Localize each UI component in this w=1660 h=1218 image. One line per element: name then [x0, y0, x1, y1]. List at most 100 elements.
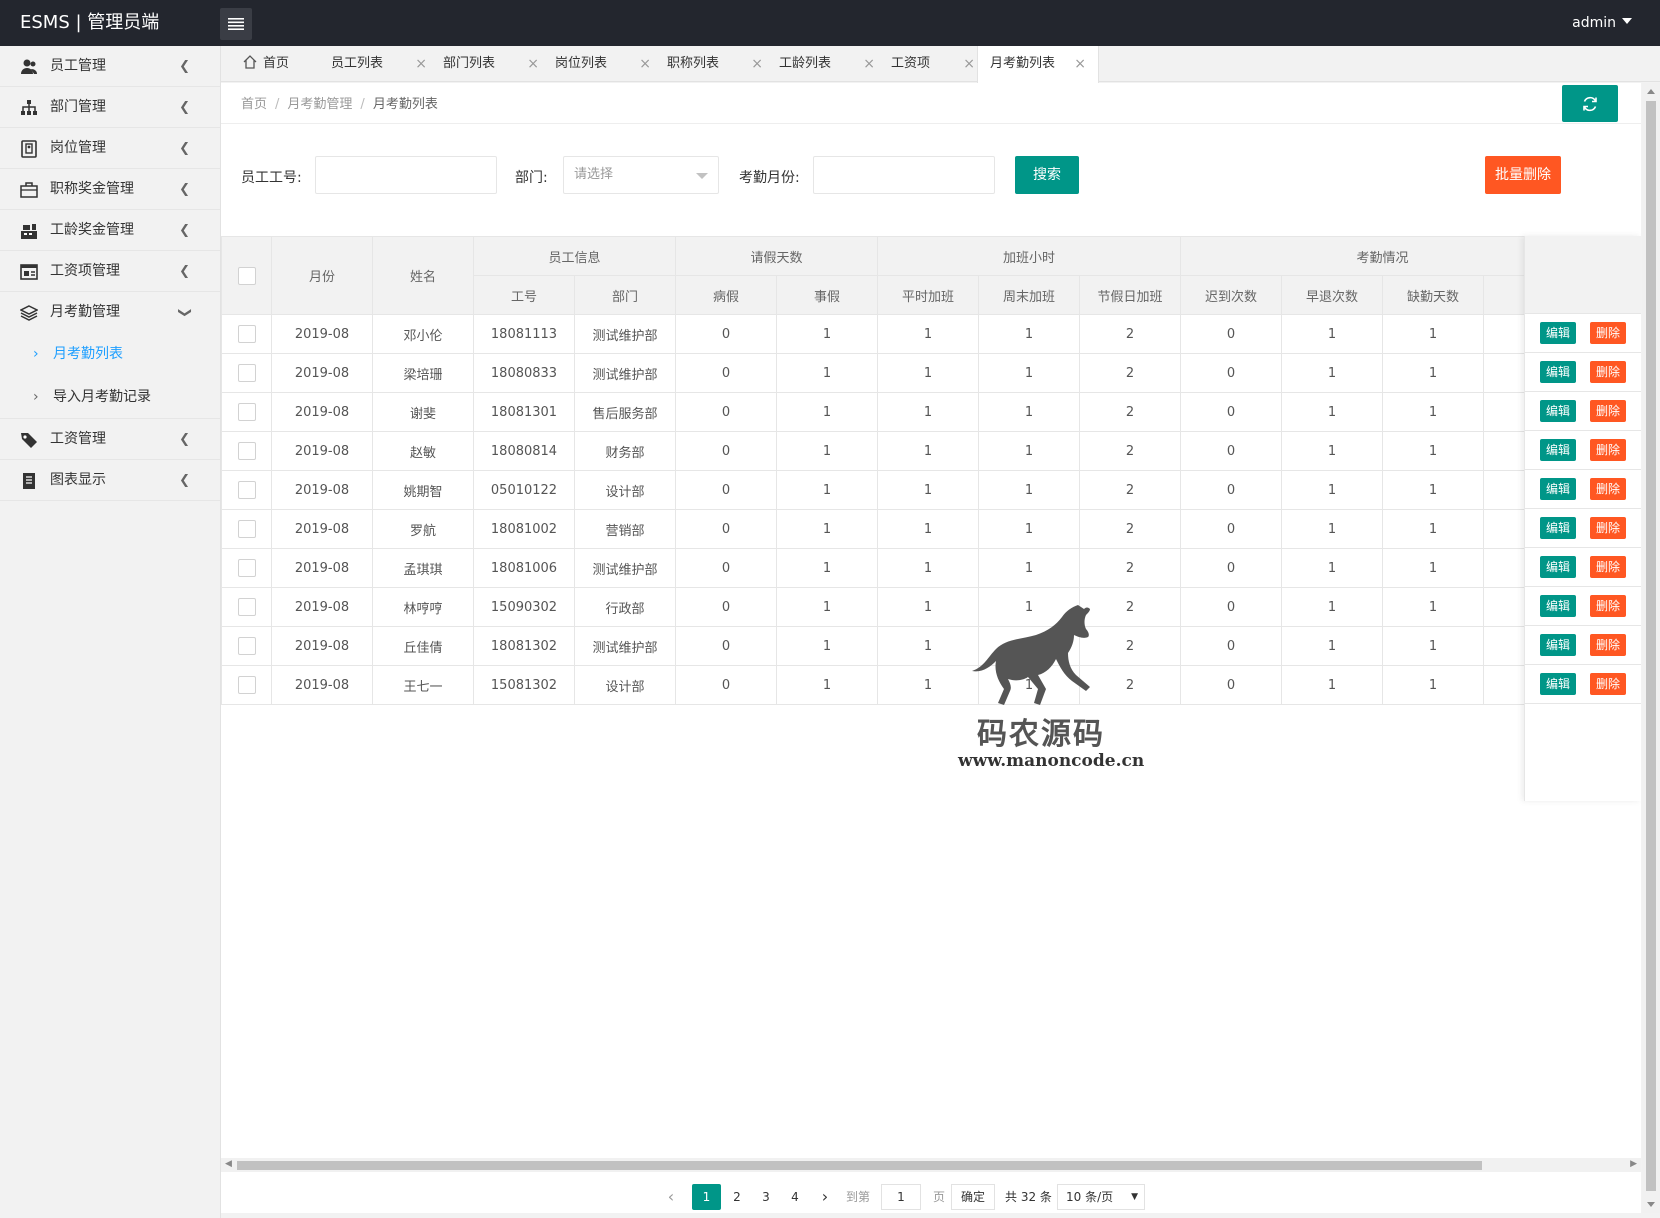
delete-button[interactable]: 删除: [1590, 673, 1627, 695]
tab-department-list[interactable]: 部门列表 ×: [443, 46, 543, 82]
row-checkbox[interactable]: [237, 637, 256, 655]
edit-button[interactable]: 编辑: [1539, 322, 1576, 344]
sidebar-subitem-attendance-list[interactable]: › 月考勤列表: [0, 333, 220, 376]
row-checkbox[interactable]: [237, 676, 256, 694]
tab-salary-items[interactable]: 工资项 ×: [891, 46, 979, 82]
breadcrumb-home[interactable]: 首页: [241, 97, 267, 112]
delete-button[interactable]: 删除: [1590, 439, 1627, 461]
page-size-select[interactable]: 10 条/页 ▼: [1057, 1184, 1145, 1210]
chevron-left-icon: ❮: [179, 141, 190, 156]
horizontal-scroll-thumb[interactable]: [237, 1161, 1482, 1170]
breadcrumb-attendance-mgmt[interactable]: 月考勤管理: [287, 97, 352, 112]
edit-button[interactable]: 编辑: [1539, 400, 1576, 422]
delete-button[interactable]: 删除: [1590, 517, 1627, 539]
delete-button[interactable]: 删除: [1590, 556, 1627, 578]
delete-button[interactable]: 删除: [1590, 400, 1627, 422]
sidebar-item-title-bonus[interactable]: 职称奖金管理 ❮: [0, 169, 220, 210]
emp-no-label: 员工工号:: [241, 170, 302, 186]
edit-button[interactable]: 编辑: [1539, 478, 1576, 500]
row-checkbox[interactable]: [237, 364, 256, 382]
chevron-left-icon: ❮: [179, 182, 190, 197]
edit-button[interactable]: 编辑: [1539, 556, 1576, 578]
goto-confirm-button[interactable]: 确定: [951, 1184, 995, 1210]
vertical-scrollbar[interactable]: [1642, 83, 1660, 1213]
dept-select[interactable]: 请选择: [563, 156, 719, 194]
page-button-3[interactable]: 3: [755, 1184, 777, 1210]
tab-title-list[interactable]: 职称列表 ×: [667, 46, 767, 82]
tab-position-list[interactable]: 岗位列表 ×: [555, 46, 655, 82]
table-row: 2019-08 丘佳倩 18081302 测试维护部 0 1 1 1 2 0 1 1: [221, 626, 1585, 666]
row-checkbox[interactable]: [237, 403, 256, 421]
delete-button[interactable]: 删除: [1590, 478, 1627, 500]
vertical-scroll-thumb[interactable]: [1646, 101, 1656, 1191]
user-menu[interactable]: admin: [1572, 0, 1632, 46]
search-button[interactable]: 搜索: [1015, 156, 1079, 194]
close-icon[interactable]: ×: [527, 46, 539, 82]
emp-no-input[interactable]: [315, 156, 497, 194]
close-icon[interactable]: ×: [863, 46, 875, 82]
scroll-left-icon[interactable]: ◀: [225, 1159, 232, 1169]
tab-home[interactable]: 首页: [243, 46, 313, 82]
cell-early: 1: [1281, 626, 1383, 666]
scroll-down-icon[interactable]: [1647, 1202, 1655, 1207]
tab-seniority-list[interactable]: 工龄列表 ×: [779, 46, 879, 82]
cell-early: 1: [1281, 353, 1383, 393]
sidebar-item-position[interactable]: 岗位管理 ❮: [0, 128, 220, 169]
edit-button[interactable]: 编辑: [1539, 439, 1576, 461]
select-all-checkbox[interactable]: [237, 266, 256, 285]
sidebar-item-department[interactable]: 部门管理 ❮: [0, 87, 220, 128]
row-checkbox[interactable]: [237, 442, 256, 460]
month-input[interactable]: [813, 156, 995, 194]
batch-delete-button[interactable]: 批量删除: [1485, 156, 1561, 194]
edit-button[interactable]: 编辑: [1539, 595, 1576, 617]
tab-employee-list[interactable]: 员工列表 ×: [331, 46, 431, 82]
close-icon[interactable]: ×: [963, 46, 975, 82]
sidebar-item-charts[interactable]: 图表显示 ❮: [0, 460, 220, 501]
close-icon[interactable]: ×: [639, 46, 651, 82]
delete-button[interactable]: 删除: [1590, 595, 1627, 617]
cell-personal: 1: [776, 470, 878, 510]
page-unit-label: 页: [933, 1190, 946, 1204]
row-checkbox[interactable]: [237, 481, 256, 499]
menu-toggle-button[interactable]: [220, 8, 252, 40]
edit-button[interactable]: 编辑: [1539, 361, 1576, 383]
action-row: 编辑 删除: [1525, 314, 1641, 353]
sidebar-item-salary-items[interactable]: 工资项管理 ❮: [0, 251, 220, 292]
edit-button[interactable]: 编辑: [1539, 673, 1576, 695]
scroll-up-icon[interactable]: [1647, 89, 1655, 94]
tab-attendance-list[interactable]: 月考勤列表 ×: [977, 46, 1099, 83]
delete-button[interactable]: 删除: [1590, 634, 1627, 656]
sidebar-subitem-import-attendance[interactable]: › 导入月考勤记录: [0, 376, 220, 419]
prev-page-icon[interactable]: ‹: [661, 1184, 681, 1210]
sidebar-item-label: 岗位管理: [50, 140, 106, 156]
cell-name: 林哼哼: [372, 587, 474, 627]
cell-dept: 设计部: [574, 665, 676, 705]
sidebar-item-seniority-bonus[interactable]: 工龄奖金管理 ❮: [0, 210, 220, 251]
edit-button[interactable]: 编辑: [1539, 634, 1576, 656]
sidebar-item-employee[interactable]: 员工管理 ❮: [0, 46, 220, 87]
cell-absent: 1: [1382, 392, 1484, 432]
horizontal-scrollbar[interactable]: ◀ ▶: [221, 1158, 1641, 1172]
cell-sick: 0: [675, 509, 777, 549]
delete-button[interactable]: 删除: [1590, 322, 1627, 344]
close-icon[interactable]: ×: [1074, 46, 1086, 82]
cell-dept: 测试维护部: [574, 314, 676, 354]
row-checkbox[interactable]: [237, 325, 256, 343]
row-checkbox[interactable]: [237, 520, 256, 538]
goto-page-input[interactable]: 1: [881, 1184, 921, 1210]
refresh-button[interactable]: [1562, 85, 1618, 122]
scroll-right-icon[interactable]: ▶: [1630, 1159, 1637, 1169]
row-checkbox[interactable]: [237, 598, 256, 616]
row-checkbox[interactable]: [237, 559, 256, 577]
sidebar-item-salary[interactable]: 工资管理 ❮: [0, 419, 220, 460]
close-icon[interactable]: ×: [751, 46, 763, 82]
delete-button[interactable]: 删除: [1590, 361, 1627, 383]
edit-button[interactable]: 编辑: [1539, 517, 1576, 539]
col-header-dept: 部门: [574, 275, 676, 315]
page-button-4[interactable]: 4: [784, 1184, 806, 1210]
sidebar-item-monthly-attendance[interactable]: 月考勤管理 ❮: [0, 292, 220, 333]
close-icon[interactable]: ×: [415, 46, 427, 82]
next-page-icon[interactable]: ›: [815, 1184, 835, 1210]
page-button-1[interactable]: 1: [692, 1184, 721, 1210]
page-button-2[interactable]: 2: [726, 1184, 748, 1210]
